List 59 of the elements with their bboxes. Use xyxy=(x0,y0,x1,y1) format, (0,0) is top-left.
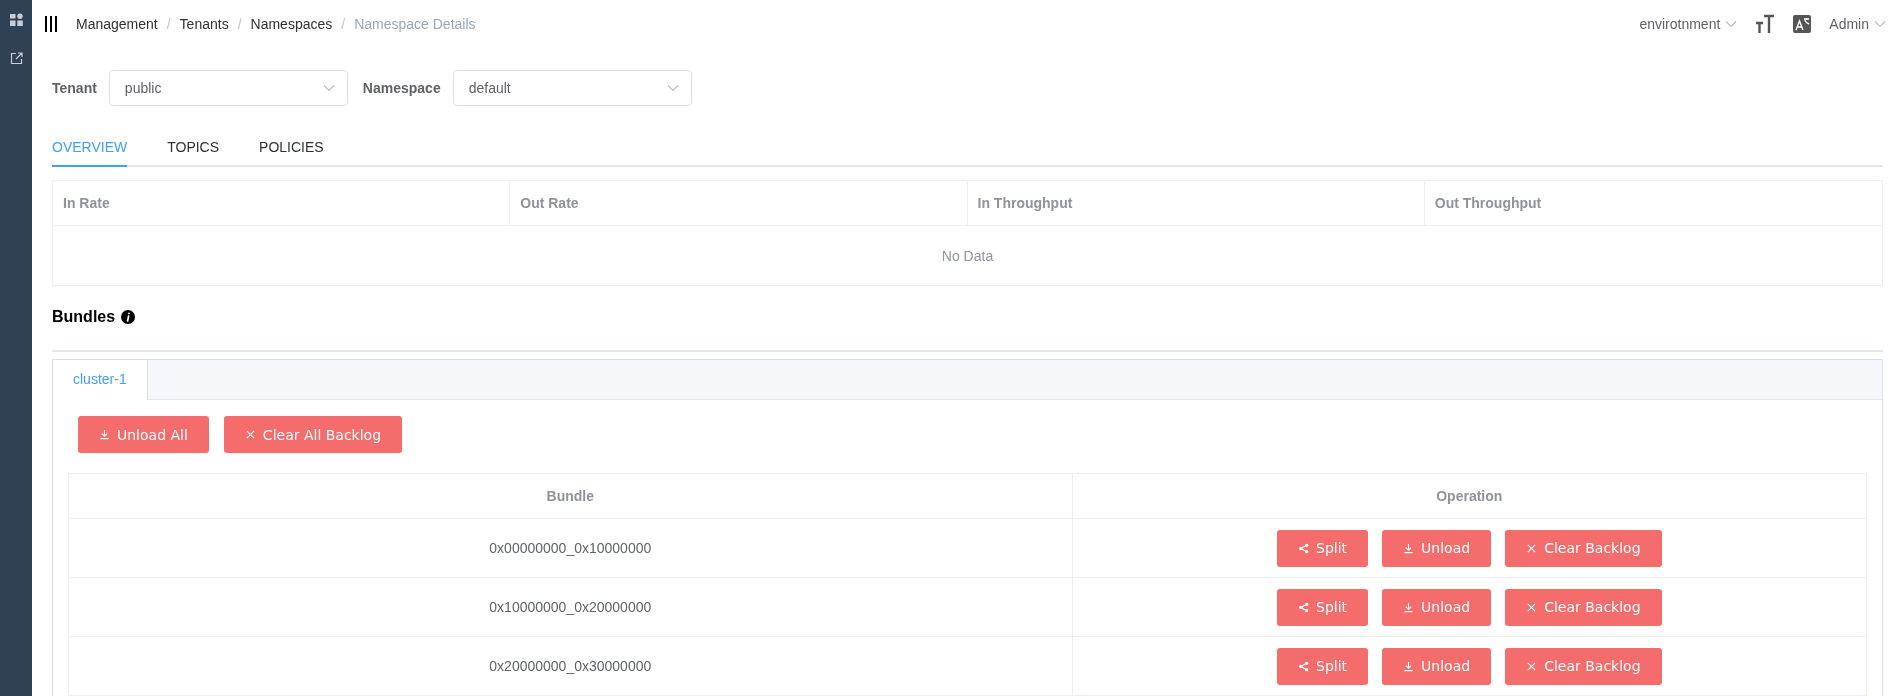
action-button[interactable]: Clear Backlog xyxy=(1505,647,1662,685)
share-icon xyxy=(1298,542,1310,554)
close-icon xyxy=(1526,660,1538,672)
font-size-icon[interactable] xyxy=(1755,14,1776,34)
action-button[interactable]: Unload All xyxy=(78,416,209,453)
action-button[interactable]: Unload xyxy=(1382,529,1492,567)
breadcrumb-separator: / xyxy=(341,16,346,32)
external-link-icon[interactable] xyxy=(9,52,23,65)
tab[interactable]: TOPICS xyxy=(167,129,220,167)
action-button[interactable]: Unload xyxy=(1382,647,1492,685)
chevron-down-icon xyxy=(322,84,335,92)
chevron-down-icon xyxy=(1725,20,1738,28)
breadcrumb-link[interactable]: Tenants xyxy=(179,16,229,32)
action-button[interactable]: Split xyxy=(1277,588,1369,626)
user-dropdown[interactable]: Admin xyxy=(1829,16,1886,32)
empty-message: No Data xyxy=(941,247,994,264)
filter-label: Namespace xyxy=(362,80,441,96)
action-button[interactable]: Clear All Backlog xyxy=(223,416,403,453)
column-header: Out Rate xyxy=(510,181,968,225)
breadcrumb-separator: / xyxy=(237,16,242,32)
cluster-tab[interactable]: cluster-1 xyxy=(53,360,148,400)
menu-icon[interactable] xyxy=(44,15,58,33)
action-button[interactable]: Split xyxy=(1277,529,1369,567)
action-button[interactable]: Clear Backlog xyxy=(1505,529,1662,567)
close-icon xyxy=(244,429,256,440)
download-icon xyxy=(1403,601,1415,613)
info-icon[interactable] xyxy=(121,310,136,324)
action-button[interactable]: Split xyxy=(1277,647,1369,685)
filter-label: Tenant xyxy=(52,80,97,96)
download-icon xyxy=(1403,542,1415,554)
select-field[interactable]: default xyxy=(452,70,692,106)
column-header: Bundle xyxy=(69,474,1073,518)
share-icon xyxy=(1298,660,1310,672)
environment-dropdown[interactable]: envirotnment xyxy=(1639,16,1738,32)
dashboard-icon[interactable] xyxy=(9,13,23,26)
column-header: In Rate xyxy=(53,181,511,225)
column-header: Out Throughput xyxy=(1433,194,1543,213)
select-field[interactable]: public xyxy=(108,70,348,106)
table-cell: 0x10000000_0x20000000 xyxy=(69,578,1073,636)
breadcrumb-link[interactable]: Management xyxy=(76,16,158,32)
table-cell: 0x00000000_0x10000000 xyxy=(69,519,1073,577)
column-header: In Throughput xyxy=(967,181,1425,225)
action-button[interactable]: Unload xyxy=(1382,588,1492,626)
close-icon xyxy=(1526,601,1538,613)
section-title: Bundles xyxy=(52,308,116,326)
table-cell: 0x20000000_0x30000000 xyxy=(69,637,1073,695)
download-icon xyxy=(99,429,110,440)
breadcrumb-separator: / xyxy=(166,16,171,32)
close-icon xyxy=(1526,542,1538,554)
download-icon xyxy=(1403,660,1415,672)
chevron-down-icon xyxy=(666,84,679,92)
action-button[interactable]: Clear Backlog xyxy=(1505,588,1662,626)
column-header: Operation xyxy=(1435,487,1504,506)
chevron-down-icon xyxy=(1874,20,1886,28)
breadcrumb-link[interactable]: Namespaces xyxy=(250,16,333,32)
tab[interactable]: OVERVIEW xyxy=(52,129,128,167)
translate-icon[interactable] xyxy=(1793,15,1812,33)
share-icon xyxy=(1298,601,1310,613)
tab[interactable]: POLICIES xyxy=(259,129,324,167)
